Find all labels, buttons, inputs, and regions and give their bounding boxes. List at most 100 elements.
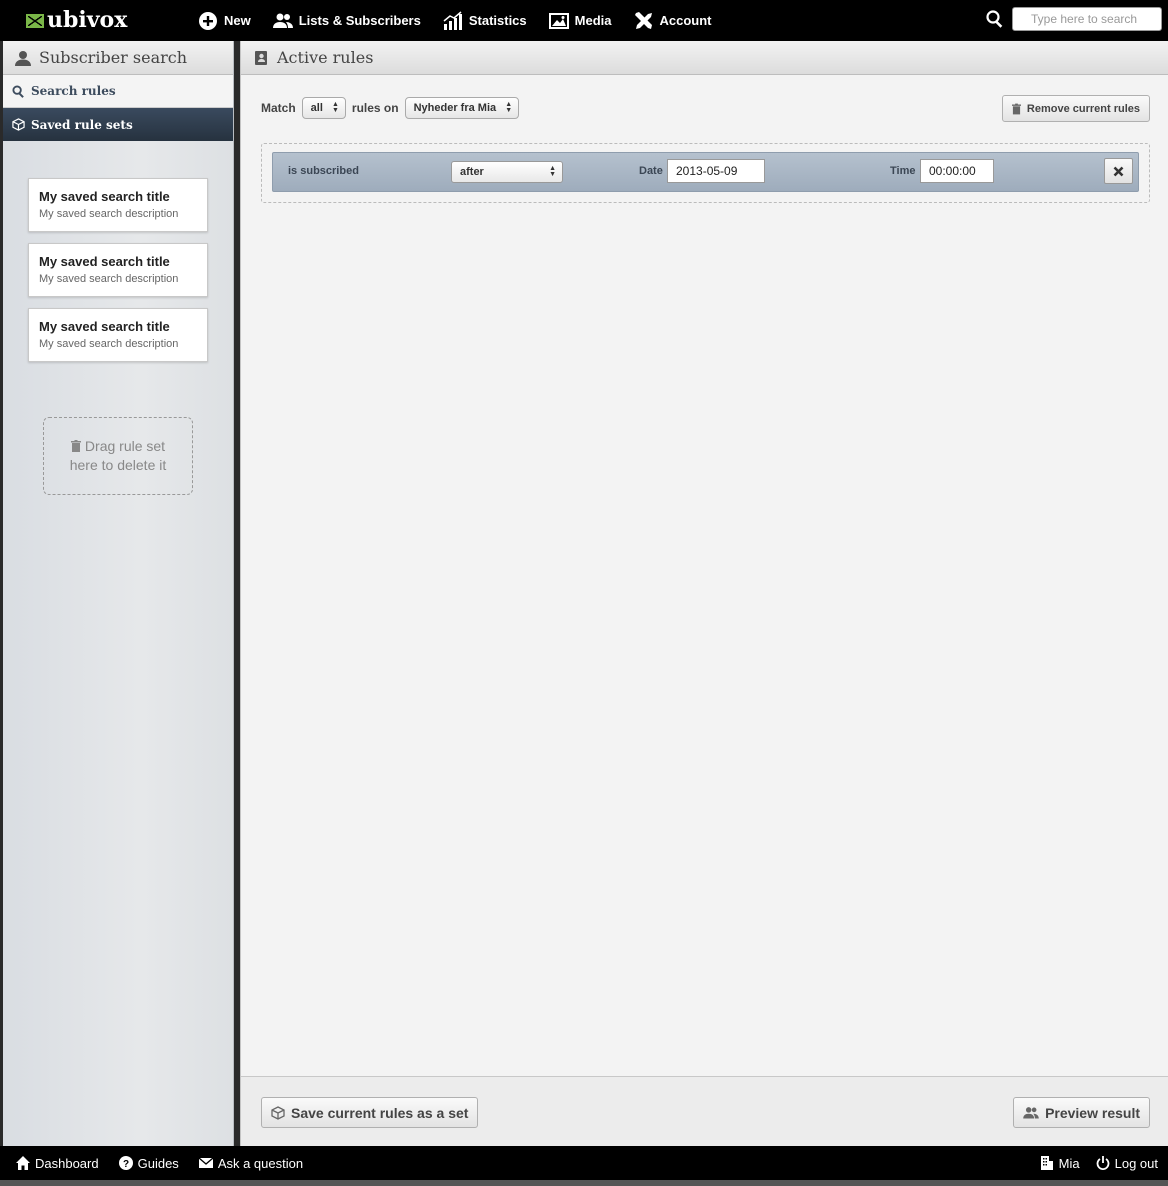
home-icon bbox=[16, 1156, 30, 1170]
chart-icon bbox=[443, 10, 462, 30]
nav-new[interactable]: New bbox=[198, 11, 251, 31]
preview-result-label: Preview result bbox=[1045, 1104, 1140, 1121]
plus-circle-icon bbox=[199, 11, 217, 30]
saved-rule-set-title: My saved search title bbox=[39, 189, 170, 204]
bottom-links: Dashboard ? Guides Ask a question bbox=[16, 1146, 323, 1180]
select-arrows-icon: ▲ ▼ bbox=[331, 101, 339, 114]
main-footer-bar: Save current rules as a set Preview resu… bbox=[241, 1076, 1168, 1146]
match-select[interactable]: all ▲ ▼ bbox=[301, 97, 346, 119]
building-icon bbox=[1040, 1156, 1053, 1170]
main-panel: Active rules Match all ▲ ▼ rules on Nyhed… bbox=[240, 41, 1168, 1146]
envelope-icon bbox=[198, 1157, 213, 1168]
tab-saved-rule-sets-label: Saved rule sets bbox=[31, 117, 133, 132]
sidebar: Subscriber search Search rules Saved rul… bbox=[3, 41, 234, 1146]
os-taskbar-strip bbox=[0, 1180, 1168, 1186]
search-icon bbox=[12, 84, 24, 98]
envelope-icon bbox=[26, 14, 44, 28]
nav-statistics[interactable]: Statistics bbox=[443, 10, 527, 31]
logout-link[interactable]: Log out bbox=[1096, 1156, 1158, 1171]
rule-operator-value: after bbox=[460, 166, 484, 178]
rule-field: is subscribed bbox=[288, 165, 359, 177]
save-rules-as-set-button[interactable]: Save current rules as a set bbox=[261, 1097, 479, 1128]
help-icon: ? bbox=[118, 1156, 133, 1170]
guides-link[interactable]: ? Guides bbox=[118, 1155, 179, 1171]
nav-media[interactable]: Media bbox=[548, 11, 612, 31]
remove-current-rules-button[interactable]: Remove current rules bbox=[1001, 95, 1150, 122]
main-nav: New Lists & Subscribers Statistics Media… bbox=[198, 0, 734, 41]
trash-icon bbox=[70, 440, 81, 452]
user-links: Mia Log out bbox=[1024, 1146, 1158, 1180]
search-input[interactable] bbox=[1012, 7, 1162, 31]
match-label: Match bbox=[261, 101, 296, 115]
ubivox-logo[interactable]: ubivox bbox=[26, 7, 127, 33]
remove-current-rules-label: Remove current rules bbox=[1026, 102, 1140, 115]
power-icon bbox=[1096, 1156, 1110, 1170]
rules-container: is subscribed after ▲▼ Date Time bbox=[261, 143, 1150, 203]
ask-question-link[interactable]: Ask a question bbox=[198, 1155, 304, 1171]
image-icon bbox=[548, 12, 569, 29]
main-header: Active rules bbox=[241, 41, 1168, 75]
rule-date-input[interactable] bbox=[667, 159, 765, 183]
rules-on-label: rules on bbox=[351, 101, 399, 115]
remove-rule-button[interactable] bbox=[1104, 158, 1133, 184]
users-icon bbox=[1023, 1106, 1039, 1118]
saved-rule-set-description: My saved search description bbox=[39, 273, 179, 285]
match-select-value: all bbox=[310, 102, 323, 114]
delete-dropzone[interactable]: Drag rule set here to delete it bbox=[43, 417, 193, 495]
nav-lists-subscribers[interactable]: Lists & Subscribers bbox=[272, 11, 421, 31]
saved-rule-set-card[interactable]: My saved search title My saved search de… bbox=[28, 308, 208, 362]
match-controls: Match all ▲ ▼ rules on Nyheder fra Mia ▲ ▼ bbox=[261, 97, 520, 119]
nav-lists-label: Lists & Subscribers bbox=[298, 13, 421, 28]
user-icon bbox=[15, 50, 31, 66]
trash-icon bbox=[1011, 103, 1021, 114]
tab-search-rules[interactable]: Search rules bbox=[3, 75, 233, 108]
box-icon bbox=[12, 118, 25, 131]
ask-question-label: Ask a question bbox=[217, 1155, 304, 1171]
sidebar-header: Subscriber search bbox=[3, 41, 233, 75]
select-arrows-icon: ▲ ▼ bbox=[505, 101, 513, 114]
box-icon bbox=[271, 1105, 285, 1120]
select-arrows-icon: ▲ ▼ bbox=[549, 165, 556, 178]
saved-rule-set-title: My saved search title bbox=[39, 254, 170, 269]
rule-row: is subscribed after ▲▼ Date Time bbox=[272, 152, 1139, 192]
top-nav-bar: ubivox New Lists & Subscribers Statistic… bbox=[0, 0, 1168, 41]
list-select[interactable]: Nyheder fra Mia ▲ ▼ bbox=[404, 97, 520, 119]
rule-date-label: Date bbox=[639, 165, 663, 177]
search-icon[interactable] bbox=[986, 10, 1004, 28]
saved-rule-set-description: My saved search description bbox=[39, 208, 179, 220]
brand-name: ubivox bbox=[47, 7, 128, 33]
global-search bbox=[986, 7, 1162, 31]
list-select-value: Nyheder fra Mia bbox=[413, 102, 497, 114]
dashboard-link[interactable]: Dashboard bbox=[16, 1156, 99, 1171]
close-icon bbox=[1113, 166, 1124, 176]
user-name: Mia bbox=[1058, 1155, 1080, 1171]
nav-account-label: Account bbox=[659, 13, 712, 28]
address-book-icon bbox=[255, 50, 267, 65]
nav-statistics-label: Statistics bbox=[468, 13, 527, 28]
dashboard-label: Dashboard bbox=[35, 1155, 99, 1171]
users-icon bbox=[272, 13, 293, 28]
tab-search-rules-label: Search rules bbox=[31, 84, 116, 98]
saved-rule-set-card[interactable]: My saved search title My saved search de… bbox=[28, 243, 208, 297]
rule-operator-select[interactable]: after ▲ ▼ bbox=[451, 161, 563, 183]
save-rules-as-set-label: Save current rules as a set bbox=[291, 1104, 469, 1121]
tab-saved-rule-sets[interactable]: Saved rule sets bbox=[3, 108, 233, 141]
page-title: Active rules bbox=[277, 48, 374, 67]
saved-rule-set-description: My saved search description bbox=[39, 338, 179, 350]
bottom-bar: Dashboard ? Guides Ask a question Mia Lo… bbox=[0, 1146, 1168, 1180]
tools-icon bbox=[634, 11, 652, 29]
nav-media-label: Media bbox=[574, 13, 612, 28]
preview-result-button[interactable]: Preview result bbox=[1013, 1097, 1150, 1128]
nav-account[interactable]: Account bbox=[634, 11, 712, 31]
saved-rule-set-title: My saved search title bbox=[39, 319, 170, 334]
dropzone-text: Drag rule set here to delete it bbox=[69, 438, 167, 473]
logout-label: Log out bbox=[1114, 1155, 1158, 1171]
svg-text:?: ? bbox=[123, 1159, 129, 1170]
sidebar-title: Subscriber search bbox=[39, 48, 188, 67]
nav-new-label: New bbox=[224, 13, 251, 28]
guides-label: Guides bbox=[137, 1155, 179, 1171]
saved-rule-set-card[interactable]: My saved search title My saved search de… bbox=[28, 178, 208, 232]
rule-time-label: Time bbox=[890, 165, 916, 177]
rule-time-input[interactable] bbox=[920, 159, 994, 183]
user-account-link[interactable]: Mia bbox=[1040, 1156, 1080, 1171]
